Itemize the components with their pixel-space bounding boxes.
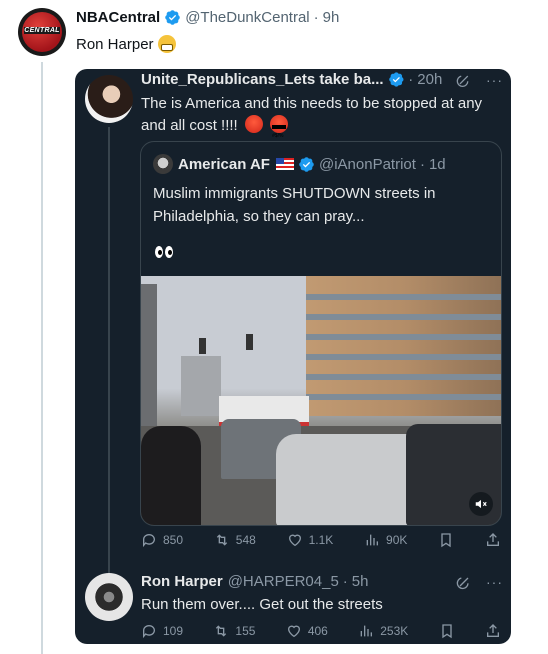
tweet-header: NBACentral @TheDunkCentral · 9h <box>76 9 339 26</box>
basketball-logo: CENTRAL <box>22 12 62 52</box>
reply-icon <box>143 534 155 548</box>
reply-actions: 109 155 406 253K <box>141 623 501 639</box>
car <box>276 434 426 525</box>
grok-icon[interactable] <box>456 72 472 88</box>
share-button[interactable] <box>485 532 501 548</box>
verified-badge-icon <box>165 10 180 25</box>
view-count: 90K <box>386 533 408 547</box>
mute-button[interactable] <box>469 492 493 516</box>
share-button[interactable] <box>485 623 501 639</box>
display-name[interactable]: Ron Harper <box>141 573 223 590</box>
separator: · <box>408 71 414 88</box>
share-icon <box>486 533 499 546</box>
share-icon <box>487 624 499 637</box>
separator: · <box>342 573 348 590</box>
timestamp[interactable]: 1d <box>429 156 446 173</box>
reply-thread-line <box>108 127 110 577</box>
reply-button[interactable]: 850 <box>141 532 183 548</box>
quoted-tweet-text: Muslim immigrants SHUTDOWN streets in Ph… <box>153 185 436 225</box>
more-options-icon[interactable]: ··· <box>486 574 503 590</box>
views-button[interactable]: 90K <box>364 532 407 548</box>
avatar[interactable]: CENTRAL <box>18 8 66 56</box>
timestamp[interactable]: 5h <box>352 573 369 590</box>
display-name[interactable]: American AF <box>178 156 270 173</box>
tweet-actions: 850 548 1.1K 90K <box>141 532 501 548</box>
background-building <box>141 284 157 434</box>
tweet-header: Unite_Republicans_Lets take ba... · 20h … <box>141 71 503 88</box>
tweet-text: Ron Harper <box>76 35 176 53</box>
verified-badge-icon <box>299 156 314 172</box>
avatar[interactable] <box>85 573 133 621</box>
repost-icon <box>216 625 227 637</box>
avatar[interactable] <box>85 75 133 123</box>
avatar[interactable] <box>153 154 173 174</box>
timestamp[interactable]: 20h <box>417 71 442 88</box>
display-name[interactable]: Unite_Republicans_Lets take ba... <box>141 71 384 88</box>
more-options-icon[interactable]: ··· <box>486 72 503 88</box>
bookmark-button[interactable] <box>438 532 454 548</box>
like-button[interactable]: 1.1K <box>287 532 334 548</box>
reply-button[interactable]: 109 <box>141 623 183 639</box>
reply-count: 850 <box>163 533 184 547</box>
handle[interactable]: @TheDunkCentral <box>185 9 309 26</box>
bookmark-icon <box>441 624 452 639</box>
grimacing-face-emoji-icon <box>157 35 176 53</box>
views-chart-icon <box>360 625 373 637</box>
background-building <box>181 356 221 416</box>
separator: · <box>313 9 319 26</box>
like-count: 1.1K <box>308 533 334 547</box>
repost-count: 548 <box>235 533 256 547</box>
quoted-tweet-card[interactable]: American AF @iAnonPatriot · 1d Muslim im… <box>140 141 502 526</box>
speaker-muted-icon <box>475 499 487 509</box>
reply-header: Ron Harper @HARPER04_5 · 5h ··· <box>141 573 503 590</box>
tweet-text-content: The is America and this needs to be stop… <box>141 95 483 134</box>
angry-face-emoji-icon <box>244 115 263 133</box>
like-button[interactable]: 406 <box>286 623 328 639</box>
traffic-light <box>199 338 206 354</box>
repost-button[interactable]: 155 <box>213 623 255 639</box>
handle[interactable]: @HARPER04_5 <box>228 573 339 590</box>
verified-badge-icon <box>388 72 404 87</box>
display-name[interactable]: NBACentral <box>76 9 160 26</box>
separator: · <box>419 155 425 173</box>
office-building <box>306 276 501 416</box>
views-chart-icon <box>366 534 379 546</box>
reply-text: Run them over.... Get out the streets <box>141 596 383 613</box>
views-button[interactable]: 253K <box>358 623 408 639</box>
embedded-screenshot[interactable]: Unite_Republicans_Lets take ba... · 20h … <box>75 69 511 644</box>
grok-icon[interactable] <box>456 574 472 590</box>
view-count: 253K <box>380 624 409 638</box>
outer-tweet[interactable]: CENTRAL NBACentral @TheDunkCentral · 9h … <box>0 0 548 654</box>
traffic-light <box>246 334 253 350</box>
video-player[interactable] <box>141 276 501 525</box>
repost-count: 155 <box>235 624 256 638</box>
bookmark-icon <box>441 533 451 548</box>
like-count: 406 <box>307 624 328 638</box>
quoted-tweet-header: American AF @iAnonPatriot · 1d <box>153 154 446 174</box>
avatar-logo-text: CENTRAL <box>24 27 60 34</box>
eyes-emoji-icon <box>155 246 173 258</box>
thread-connector <box>41 62 43 654</box>
repost-icon <box>216 534 227 546</box>
handle[interactable]: @iAnonPatriot <box>319 156 416 173</box>
timestamp[interactable]: 9h <box>323 9 340 26</box>
reply-count: 109 <box>163 624 184 638</box>
bookmark-button[interactable] <box>439 623 455 639</box>
heart-icon <box>288 534 301 547</box>
us-flag-icon <box>275 158 294 170</box>
cursing-face-emoji-icon <box>270 115 289 133</box>
tweet-text: The is America and this needs to be stop… <box>141 93 501 137</box>
heart-icon <box>287 625 300 638</box>
repost-button[interactable]: 548 <box>214 532 256 548</box>
person-silhouette <box>141 426 201 525</box>
tweet-text-content: Ron Harper <box>76 35 154 53</box>
reply-icon <box>143 625 155 639</box>
